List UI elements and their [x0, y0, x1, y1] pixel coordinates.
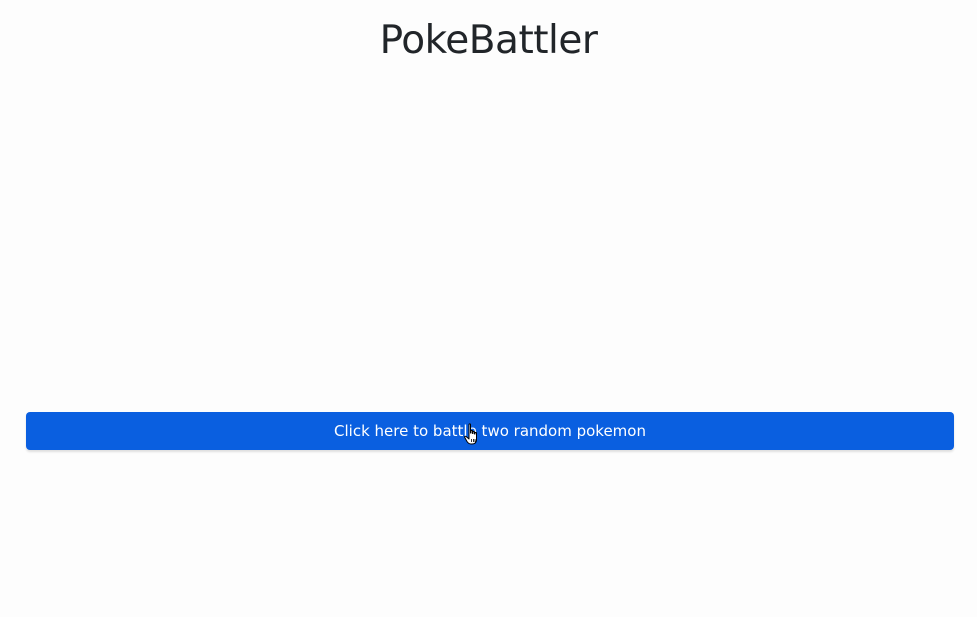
page: PokeBattler Click here to battle two ran… [0, 0, 977, 617]
page-title: PokeBattler [379, 18, 598, 63]
battle-button[interactable]: Click here to battle two random pokemon [26, 412, 954, 450]
